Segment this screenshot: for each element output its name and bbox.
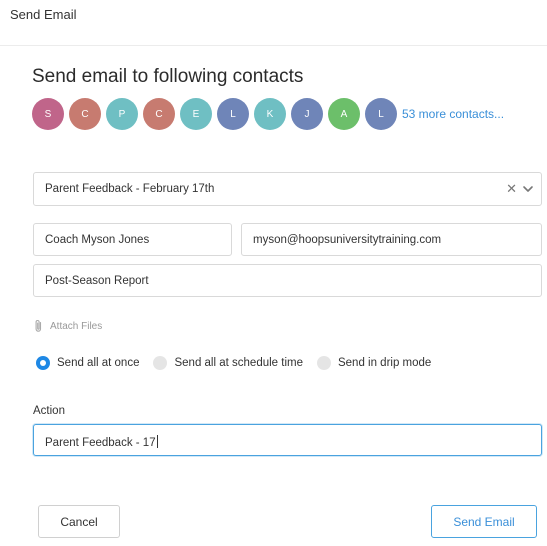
- text-caret: [156, 435, 158, 448]
- page-title: Send email to following contacts: [32, 66, 304, 87]
- send-mode-once[interactable]: Send all at once: [36, 356, 139, 370]
- send-mode-drip[interactable]: Send in drip mode: [316, 356, 432, 370]
- cancel-button[interactable]: Cancel: [38, 505, 120, 538]
- avatar-initial: J: [304, 108, 310, 120]
- paperclip-icon: [35, 320, 42, 332]
- from-email-value: myson@hoopsuniversitytraining.com: [253, 234, 442, 246]
- contact-avatar[interactable]: C: [143, 98, 175, 130]
- avatar-initial: K: [266, 108, 274, 120]
- subject-value: Post-Season Report: [45, 275, 149, 287]
- template-select[interactable]: Parent Feedback - February 17th ✕: [33, 172, 542, 206]
- action-field[interactable]: Parent Feedback - 17: [33, 424, 542, 456]
- clear-icon[interactable]: ✕: [506, 181, 517, 197]
- radio-button[interactable]: [36, 356, 50, 370]
- attach-files-label: Attach Files: [50, 320, 103, 332]
- template-select-value: Parent Feedback - February 17th: [45, 183, 215, 195]
- dialog-header: Send Email: [0, 0, 547, 46]
- from-name-field[interactable]: Coach Myson Jones: [33, 223, 232, 256]
- more-contacts-link[interactable]: 53 more contacts...: [402, 107, 504, 121]
- send-mode-group: Send all at once Send all at schedule ti…: [36, 356, 445, 370]
- avatar-initial: L: [230, 108, 236, 120]
- contact-avatar-list: S C P C E L K J A L 53 more contacts...: [32, 98, 504, 130]
- avatar-initial: A: [340, 108, 348, 120]
- avatar-initial: C: [81, 108, 89, 120]
- contact-avatar[interactable]: A: [328, 98, 360, 130]
- send-mode-schedule[interactable]: Send all at schedule time: [153, 356, 303, 370]
- contact-avatar[interactable]: P: [106, 98, 138, 130]
- contact-avatar[interactable]: S: [32, 98, 64, 130]
- radio-button[interactable]: [316, 356, 331, 370]
- avatar-initial: E: [192, 108, 200, 120]
- contact-avatar[interactable]: K: [254, 98, 286, 130]
- avatar-initial: P: [118, 108, 126, 120]
- contact-avatar[interactable]: L: [365, 98, 397, 130]
- chevron-down-icon[interactable]: [522, 183, 534, 195]
- contact-avatar[interactable]: E: [180, 98, 212, 130]
- avatar-initial: C: [155, 108, 163, 120]
- action-value-wrap: Parent Feedback - 17: [45, 435, 158, 449]
- send-mode-label: Send all at schedule time: [174, 357, 303, 369]
- subject-field[interactable]: Post-Season Report: [33, 264, 542, 297]
- send-email-button[interactable]: Send Email: [431, 505, 537, 538]
- action-value: Parent Feedback - 17: [45, 437, 156, 449]
- contact-avatar[interactable]: C: [69, 98, 101, 130]
- contact-avatar[interactable]: L: [217, 98, 249, 130]
- avatar-initial: L: [378, 108, 384, 120]
- avatar-initial: S: [44, 108, 52, 120]
- send-mode-label: Send all at once: [57, 357, 140, 369]
- radio-button[interactable]: [153, 356, 168, 370]
- attach-files-button[interactable]: Attach Files: [33, 319, 102, 333]
- send-mode-label: Send in drip mode: [337, 357, 432, 369]
- dialog-title: Send Email: [10, 7, 77, 22]
- from-email-field[interactable]: myson@hoopsuniversitytraining.com: [241, 223, 542, 256]
- action-label: Action: [33, 405, 65, 417]
- from-name-value: Coach Myson Jones: [45, 234, 150, 246]
- contact-avatar[interactable]: J: [291, 98, 323, 130]
